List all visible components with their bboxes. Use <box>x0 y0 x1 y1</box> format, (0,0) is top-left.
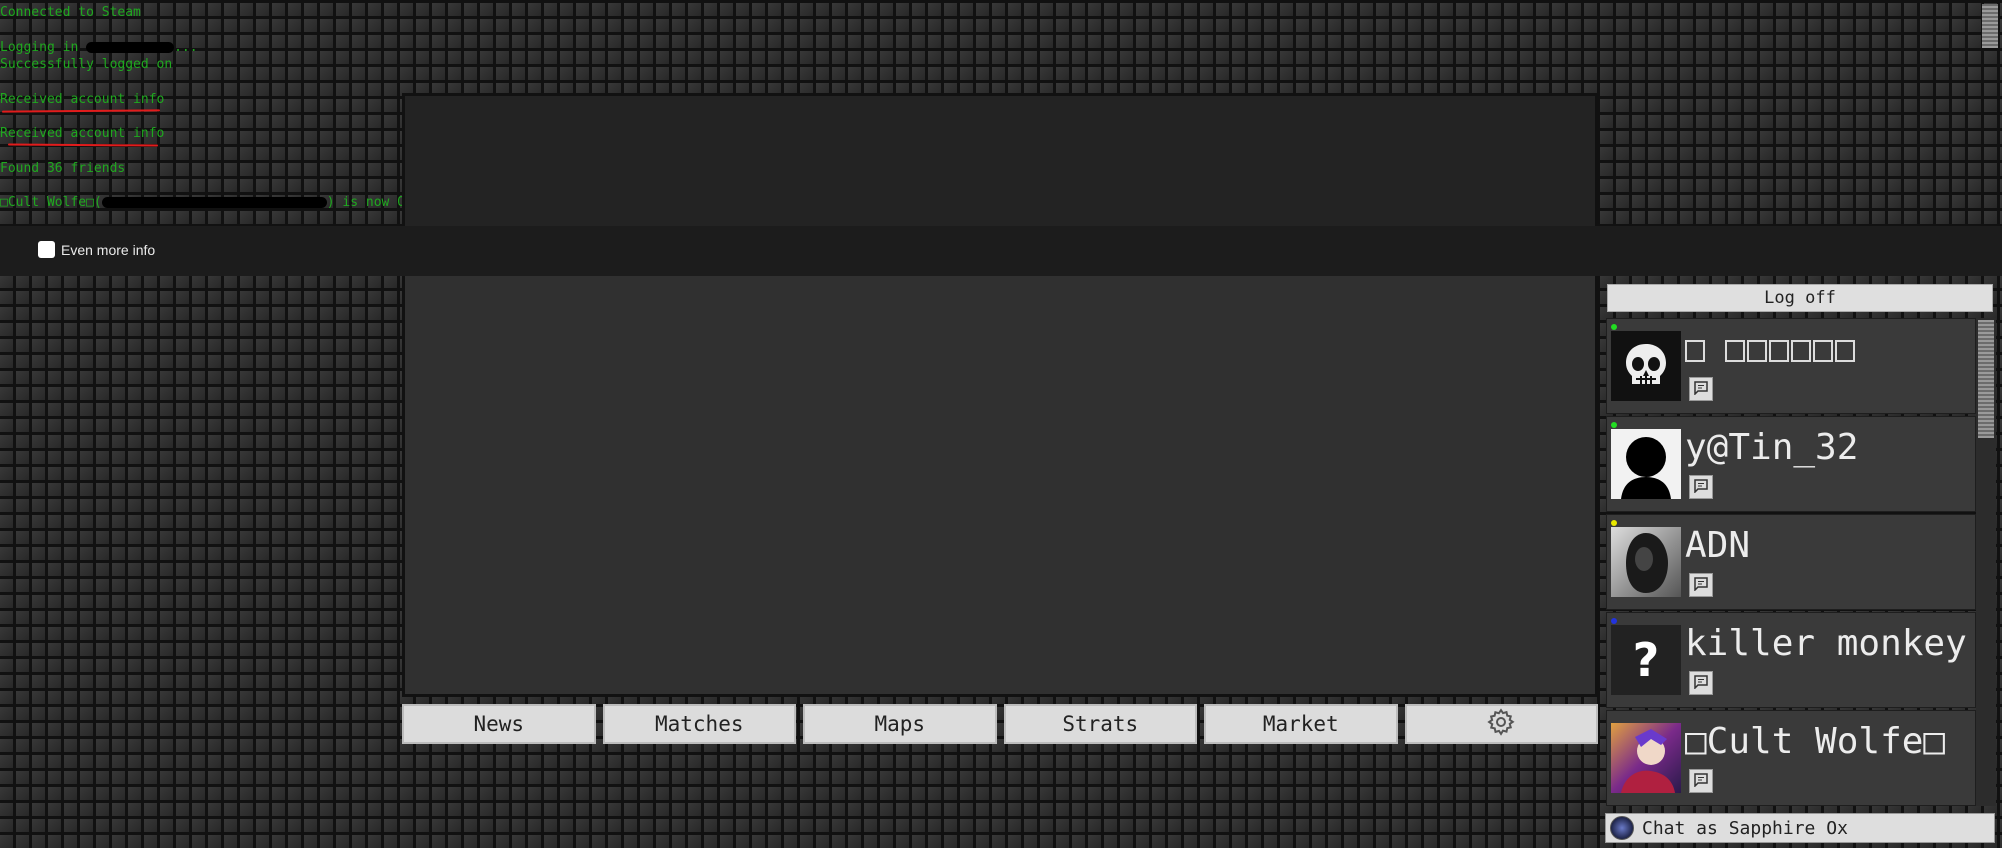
redacted-text <box>101 197 327 208</box>
window-scrollbar[interactable] <box>1978 0 2002 50</box>
content-panel <box>402 93 1598 697</box>
gear-icon <box>1486 707 1516 742</box>
status-dot <box>1611 618 1617 624</box>
friend-item[interactable]: ? killer monkey <box>1606 612 1976 708</box>
even-more-info-label: Even more info <box>61 241 156 258</box>
matches-button[interactable]: Matches <box>602 704 796 744</box>
chat-bubble-icon <box>1694 576 1708 595</box>
friend-name: y@Tin_32 <box>1685 427 1859 468</box>
even-more-info-toggle[interactable]: Even more info <box>38 241 155 258</box>
maps-button[interactable]: Maps <box>803 704 997 744</box>
log-off-button[interactable]: Log off <box>1607 284 1993 312</box>
scrollbar-thumb[interactable] <box>1982 4 1998 48</box>
friends-scrollbar[interactable] <box>1976 318 1996 806</box>
strats-button[interactable]: Strats <box>1003 704 1197 744</box>
log-line: Connected to Steam <box>0 5 141 20</box>
avatar <box>1611 527 1681 597</box>
news-button[interactable]: News <box>402 704 596 744</box>
chat-button[interactable] <box>1689 573 1713 597</box>
friends-list: y@Tin_32 ADN ? killer monkey □Cult Wolfe… <box>1606 318 1976 808</box>
friend-name: □Cult Wolfe□ <box>1685 721 1946 762</box>
main-nav: News Matches Maps Strats Market <box>402 704 1598 744</box>
avatar <box>1611 331 1681 401</box>
friend-item[interactable] <box>1606 318 1976 414</box>
friend-name <box>1685 333 1857 368</box>
chat-as-label: Chat as Sapphire Ox <box>1642 817 1848 839</box>
friend-item[interactable]: y@Tin_32 <box>1606 416 1976 512</box>
chat-button[interactable] <box>1689 671 1713 695</box>
user-avatar <box>1610 816 1634 840</box>
scrollbar-thumb[interactable] <box>1978 320 1994 438</box>
redacted-text <box>86 41 175 53</box>
avatar <box>1611 429 1681 499</box>
status-dot <box>1611 324 1617 330</box>
chat-button[interactable] <box>1689 769 1713 793</box>
log-line: Logging in ... <box>0 39 198 55</box>
avatar: ? <box>1611 625 1681 695</box>
friend-name: ADN <box>1685 525 1751 566</box>
chat-bubble-icon <box>1694 674 1708 693</box>
friend-item[interactable]: ADN <box>1606 514 1976 610</box>
market-button[interactable]: Market <box>1204 704 1398 744</box>
even-more-info-checkbox[interactable] <box>38 241 55 258</box>
avatar <box>1611 723 1681 793</box>
chat-bubble-icon <box>1694 380 1708 399</box>
settings-button[interactable] <box>1404 704 1598 744</box>
question-mark-icon: ? <box>1632 633 1660 687</box>
log-line: Successfully logged on <box>0 57 173 72</box>
status-dot <box>1611 422 1617 428</box>
friend-item[interactable]: □Cult Wolfe□ <box>1606 710 1976 806</box>
chat-bubble-icon <box>1694 772 1708 791</box>
chat-as-bar[interactable]: Chat as Sapphire Ox <box>1605 813 1995 843</box>
friend-name: killer monkey <box>1685 623 1967 664</box>
chat-bubble-icon <box>1694 478 1708 497</box>
status-dot <box>1611 520 1617 526</box>
info-bar: Even more info <box>0 226 2002 276</box>
chat-button[interactable] <box>1689 475 1713 499</box>
chat-button[interactable] <box>1689 377 1713 401</box>
